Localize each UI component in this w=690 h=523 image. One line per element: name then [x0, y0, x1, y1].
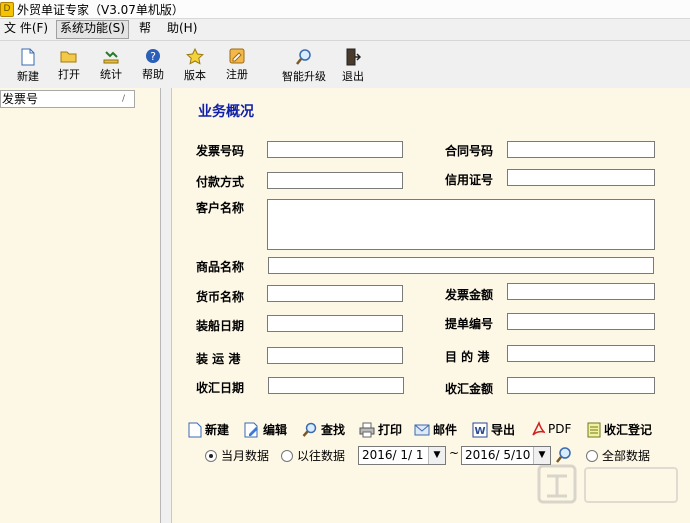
action-receipt-register-button[interactable]: 收汇登记	[587, 421, 652, 439]
folder-open-icon	[60, 51, 77, 63]
lc-no-field[interactable]	[507, 169, 655, 186]
toolbar-version-label: 版本	[184, 69, 206, 82]
toolbar-open-button[interactable]: 打开	[49, 45, 89, 85]
register-icon	[229, 48, 245, 64]
invoice-list-panel[interactable]: 发票号 /	[0, 88, 161, 523]
star-icon	[186, 48, 204, 65]
toolbar-register-button[interactable]: 注册	[217, 45, 257, 85]
action-print-button[interactable]: 打印	[359, 421, 402, 439]
action-pdf-button[interactable]: PDF	[531, 421, 571, 439]
exit-door-icon	[346, 48, 361, 66]
invoice-amount-label: 发票金额	[445, 288, 494, 302]
receipt-amount-field[interactable]	[507, 377, 655, 394]
toolbar-statistics-button[interactable]: 统计	[91, 45, 131, 85]
toolbar-new-button[interactable]: 新建	[8, 45, 48, 85]
receipt-amount-label: 收汇金额	[445, 382, 494, 396]
action-new-button[interactable]: 新建	[188, 421, 229, 439]
toolbar-statistics-label: 统计	[100, 68, 122, 81]
pdf-icon	[532, 421, 547, 436]
action-edit-button[interactable]: 编辑	[244, 421, 287, 439]
payment-method-label: 付款方式	[196, 175, 245, 189]
goods-name-label: 商品名称	[196, 260, 245, 274]
svg-text:?: ?	[150, 50, 156, 63]
invoice-column-label: 发票号	[2, 92, 39, 106]
app-logo-icon: D	[0, 2, 14, 17]
invoice-amount-field[interactable]	[507, 283, 655, 300]
new-doc-icon	[188, 422, 202, 437]
currency-label: 货币名称	[196, 290, 245, 304]
title-bar: D 外贸单证专家（V3.07单机版）	[0, 0, 690, 19]
bl-no-field[interactable]	[507, 313, 655, 330]
receipt-date-field[interactable]	[268, 377, 404, 394]
edit-icon	[244, 422, 258, 437]
radio-past-data[interactable]: 以往数据	[281, 447, 345, 463]
loading-port-label: 装 运 港	[196, 352, 241, 366]
payment-method-field[interactable]	[267, 172, 403, 189]
ship-date-label: 装船日期	[196, 319, 245, 333]
menu-help[interactable]: 助(H)	[164, 20, 200, 37]
toolbar-exit-label: 退出	[342, 70, 364, 83]
menu-system-functions[interactable]: 系统功能(S)	[56, 20, 129, 39]
date-range-separator: ~	[449, 446, 460, 460]
new-doc-icon	[21, 48, 35, 66]
chevron-down-icon[interactable]: ▼	[428, 447, 445, 464]
toolbar-help-label: 帮助	[142, 68, 164, 81]
invoice-no-field[interactable]	[267, 141, 403, 158]
toolbar: 新建 打开 统计 ? 帮助 版本 注册 智能升级 退出	[0, 40, 690, 89]
window-title: 外贸单证专家（V3.07单机版）	[17, 3, 184, 17]
customer-name-field[interactable]	[267, 199, 655, 250]
menu-file[interactable]: 文 件(F)	[1, 20, 51, 37]
date-from-picker[interactable]: 2016/ 1/ 1 ▼	[358, 446, 446, 465]
radio-current-month[interactable]: 当月数据	[205, 447, 269, 463]
register-sheet-icon	[587, 422, 601, 437]
svg-text:W: W	[474, 426, 485, 437]
action-find-button[interactable]: 查找	[302, 421, 345, 439]
printer-icon	[359, 422, 375, 437]
destination-port-field[interactable]	[507, 345, 655, 362]
lc-no-label: 信用证号	[445, 173, 494, 187]
toolbar-exit-button[interactable]: 退出	[333, 45, 373, 85]
radio-dot-selected	[205, 449, 217, 462]
toolbar-smart-upgrade-button[interactable]: 智能升级	[279, 45, 329, 85]
toolbar-new-label: 新建	[17, 70, 39, 83]
menu-bar: 文 件(F) 系统功能(S) 帮 助(H)	[0, 19, 690, 39]
invoice-no-label: 发票号码	[196, 144, 245, 158]
toolbar-open-label: 打开	[58, 68, 80, 81]
loading-port-field[interactable]	[267, 347, 403, 364]
toolbar-smart-upgrade-label: 智能升级	[282, 70, 326, 83]
toolbar-register-label: 注册	[226, 68, 248, 81]
statistics-icon	[103, 51, 119, 64]
date-to-value: 2016/ 5/10	[465, 448, 531, 462]
help-icon: ?	[146, 49, 160, 63]
business-overview-panel: 业务概况 发票号码 合同号码 付款方式 信用证号 客户名称 商品名称 货币名称 …	[171, 88, 690, 523]
mail-icon	[414, 424, 430, 435]
splitter[interactable]	[161, 88, 171, 523]
customer-name-label: 客户名称	[196, 201, 245, 215]
search-icon	[302, 422, 317, 437]
toolbar-version-button[interactable]: 版本	[175, 45, 215, 85]
destination-port-label: 目 的 港	[445, 350, 490, 364]
date-from-value: 2016/ 1/ 1	[362, 448, 424, 462]
radio-dot	[281, 449, 293, 462]
watermark-logo	[537, 464, 678, 504]
toolbar-help-button[interactable]: ? 帮助	[133, 45, 173, 85]
magnifier-icon	[296, 49, 311, 65]
bl-no-label: 提单编号	[445, 317, 494, 331]
receipt-date-label: 收汇日期	[196, 381, 245, 395]
section-title: 业务概况	[198, 104, 254, 120]
export-word-icon: W	[472, 422, 488, 437]
action-mail-button[interactable]: 邮件	[414, 421, 457, 439]
goods-name-field[interactable]	[268, 257, 654, 274]
contract-no-field[interactable]	[507, 141, 655, 158]
sort-indicator-icon: /	[121, 94, 125, 104]
invoice-column-header[interactable]: 发票号 /	[0, 90, 135, 108]
menu-help-part1[interactable]: 帮	[136, 20, 154, 37]
contract-no-label: 合同号码	[445, 144, 494, 158]
currency-field[interactable]	[267, 285, 403, 302]
ship-date-field[interactable]	[267, 315, 403, 332]
action-export-button[interactable]: W 导出	[472, 421, 515, 439]
